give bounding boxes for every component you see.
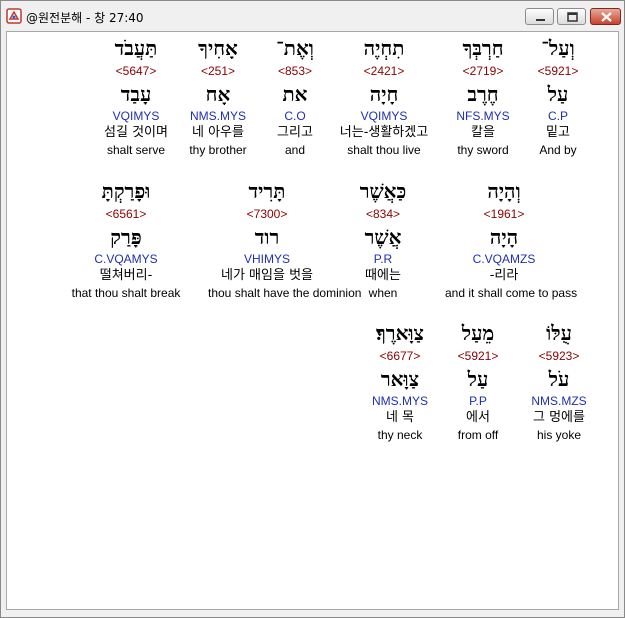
english-gloss: shalt serve bbox=[106, 143, 166, 157]
hebrew-word: תָּרִיד bbox=[248, 179, 286, 203]
morphology-code: C.VQAMZS bbox=[472, 252, 536, 266]
hebrew-word: כַּאֲשֶׁר bbox=[359, 179, 407, 203]
korean-gloss: -리라 bbox=[489, 268, 519, 283]
korean-gloss: 때에는 bbox=[365, 268, 401, 283]
korean-gloss: 섬길 것이며 bbox=[104, 125, 168, 140]
app-window: @원전분해 - 창 27:40 וְעַל־ <5921> עַל C.P 밑고 And … bbox=[0, 0, 625, 618]
word-block[interactable]: וּפָרַקְתָּ <6561> פָּרַק C.VQAMYS 떨쳐버리-that… bbox=[67, 177, 185, 301]
korean-gloss: 네가 매임을 벗을 bbox=[221, 268, 313, 283]
word-block[interactable]: תָּרִיד <7300> רוד VHIMYS 네가 매임을 벗을 thou shal… bbox=[208, 177, 362, 301]
app-icon bbox=[6, 8, 22, 24]
hebrew-word: צַוָּארֶךָ׃ bbox=[375, 321, 425, 345]
english-gloss: and it shall come to pass bbox=[445, 286, 578, 300]
english-gloss: thy neck bbox=[377, 428, 423, 442]
hebrew-word: וְהָיָה bbox=[487, 179, 521, 203]
hebrew-word: וּפָרַקְתָּ bbox=[101, 179, 151, 203]
lemma-word: הָיָה bbox=[489, 225, 519, 249]
maximize-icon bbox=[567, 12, 578, 22]
lemma-word: צַוָּאר bbox=[380, 367, 420, 391]
interlinear-panel[interactable]: וְעַל־ <5921> עַל C.P 밑고 And by חַרְבְּךָ <2719… bbox=[6, 31, 619, 610]
strong-number: <6561> bbox=[105, 207, 147, 221]
minimize-button[interactable] bbox=[525, 8, 554, 25]
strong-number: <5647> bbox=[115, 64, 157, 78]
lemma-word: רוד bbox=[254, 225, 280, 249]
close-icon bbox=[601, 12, 612, 22]
english-gloss: thou shalt have the dominion bbox=[208, 286, 362, 300]
word-block[interactable]: תַּעֲבֹד <5647> עָבַד VQIMYS 섬길 것이며 shalt ser… bbox=[77, 34, 195, 158]
morphology-code: P.R bbox=[373, 252, 393, 266]
lemma-word: פָּרַק bbox=[110, 225, 142, 249]
lemma-word: אֲשֶׁר bbox=[364, 225, 402, 249]
word-block[interactable]: וְהָיָה <1961> הָיָה C.VQAMZS -리라 and it shal… bbox=[445, 177, 578, 301]
title-bar[interactable]: @원전분해 - 창 27:40 bbox=[1, 1, 624, 31]
close-button[interactable] bbox=[590, 8, 621, 25]
strong-number: <834> bbox=[365, 207, 401, 221]
word-block[interactable]: כַּאֲשֶׁר <834> אֲשֶׁר P.R 때에는 when bbox=[324, 177, 442, 301]
word-block[interactable]: צַוָּארֶךָ׃ <6677> צַוָּאר NMS.MYS 네 목 thy ne… bbox=[341, 319, 459, 443]
window-title: @원전분해 - 창 27:40 bbox=[26, 11, 144, 25]
lemma-word: עָבַד bbox=[120, 82, 152, 106]
strong-number: <7300> bbox=[246, 207, 288, 221]
minimize-icon bbox=[536, 19, 545, 21]
morphology-code: C.VQAMYS bbox=[94, 252, 158, 266]
maximize-button[interactable] bbox=[557, 8, 586, 25]
korean-gloss: 네 목 bbox=[385, 410, 415, 425]
korean-gloss: 떨쳐버리- bbox=[99, 268, 153, 283]
morphology-code: NMS.MYS bbox=[371, 394, 428, 408]
morphology-code: VHIMYS bbox=[243, 252, 290, 266]
strong-number: <6677> bbox=[379, 349, 421, 363]
english-gloss: that thou shalt break bbox=[71, 286, 181, 300]
strong-number: <1961> bbox=[483, 207, 525, 221]
status-bar bbox=[1, 610, 624, 617]
morphology-code: VQIMYS bbox=[112, 109, 160, 123]
hebrew-word: תַּעֲבֹד bbox=[114, 36, 158, 60]
